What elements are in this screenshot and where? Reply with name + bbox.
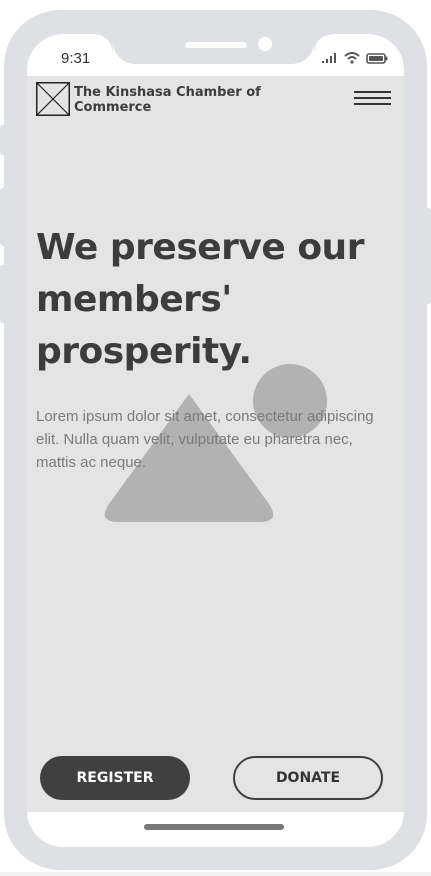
donate-button[interactable]: DONATE	[233, 756, 383, 800]
volume-down-button	[0, 265, 6, 323]
notch	[95, 34, 332, 64]
page-bottom-divider	[0, 872, 431, 876]
speaker-grille	[185, 42, 247, 48]
phone-screen: 9:31 The Kinshasa Chamber of Commerce We…	[27, 34, 404, 847]
mute-switch	[0, 125, 6, 155]
status-time: 9:31	[61, 50, 91, 67]
battery-icon	[366, 52, 388, 64]
status-bar: 9:31	[27, 34, 404, 76]
signal-icon	[322, 53, 336, 63]
wifi-icon	[344, 52, 360, 64]
home-indicator[interactable]	[144, 824, 284, 830]
organization-name[interactable]: The Kinshasa Chamber of Commerce	[74, 85, 264, 115]
power-button	[425, 208, 431, 304]
logo-placeholder-icon[interactable]	[36, 82, 70, 116]
volume-up-button	[0, 188, 6, 246]
app-content: The Kinshasa Chamber of Commerce We pres…	[27, 76, 404, 812]
register-button[interactable]: REGISTER	[40, 756, 190, 800]
hero-description: Lorem ipsum dolor sit amet, consectetur …	[36, 408, 374, 471]
status-icons	[322, 52, 388, 64]
hamburger-menu-icon[interactable]	[354, 91, 391, 105]
hero-title: We preserve our members' prosperity.	[36, 227, 364, 372]
front-camera	[258, 37, 272, 51]
